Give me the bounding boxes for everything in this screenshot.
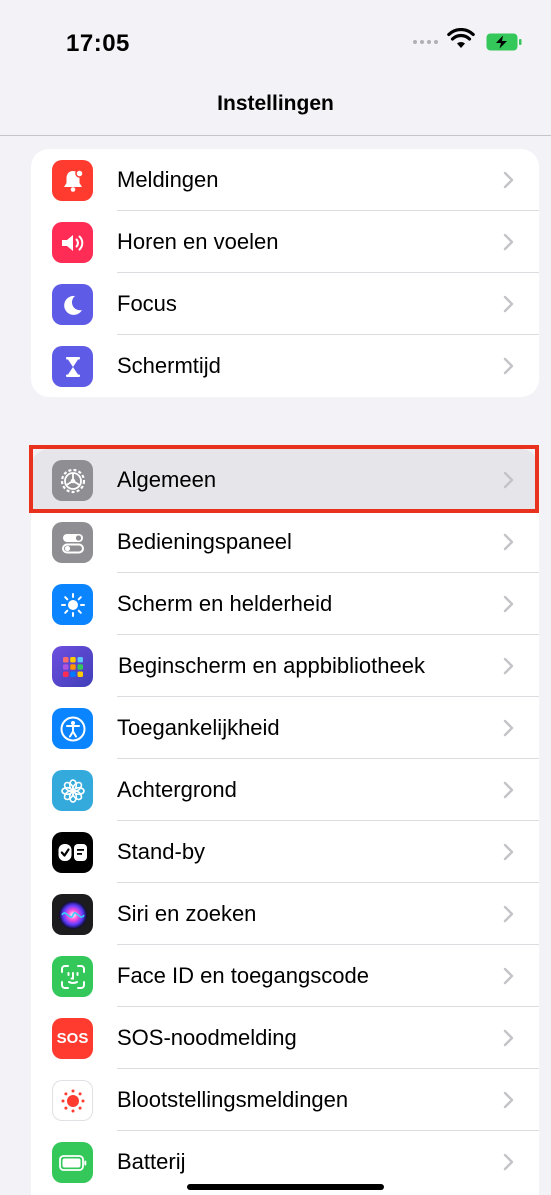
chevron-right-icon xyxy=(503,843,514,861)
chevron-right-icon xyxy=(503,295,514,313)
chevron-right-icon xyxy=(503,357,514,375)
settings-row-label: Blootstellingsmeldingen xyxy=(117,1087,349,1112)
settings-row-face-id[interactable]: Face ID en toegangscode xyxy=(31,945,539,1007)
settings-row-label: Stand-by xyxy=(117,839,206,864)
settings-row-stand-by[interactable]: Stand-by xyxy=(31,821,539,883)
settings-row-schermtijd[interactable]: Schermtijd xyxy=(31,335,539,397)
settings-row-toegankelijkheid[interactable]: Toegankelijkheid xyxy=(31,697,539,759)
settings-row-label: Beginscherm en appbibliotheek xyxy=(118,653,425,678)
chevron-right-icon xyxy=(503,1091,514,1109)
settings-row-bedieningspaneel[interactable]: Bedieningspaneel xyxy=(31,511,539,573)
settings-row-label: Bedieningspaneel xyxy=(117,529,292,554)
face-id-icon xyxy=(52,956,93,997)
status-time: 17:05 xyxy=(66,30,130,57)
exposure-icon xyxy=(52,1080,93,1121)
sun-icon xyxy=(52,584,93,625)
chevron-right-icon xyxy=(503,171,514,189)
chevron-right-icon xyxy=(503,1029,514,1047)
signal-dots-icon xyxy=(413,40,438,44)
moon-icon xyxy=(52,284,93,325)
hourglass-icon xyxy=(52,346,93,387)
settings-row-label: SOS-noodmelding xyxy=(117,1025,297,1050)
chevron-right-icon xyxy=(503,657,514,675)
settings-screen: 17:05 Instellingen Meldingen Horen en vo… xyxy=(0,0,551,1195)
bell-icon xyxy=(52,160,93,201)
settings-row-siri-en-zoeken[interactable]: Siri en zoeken xyxy=(31,883,539,945)
toggles-icon xyxy=(52,522,93,563)
settings-row-achtergrond[interactable]: Achtergrond xyxy=(31,759,539,821)
chevron-right-icon xyxy=(503,533,514,551)
highlight-annotation-box xyxy=(29,445,539,513)
settings-row-label: Toegankelijkheid xyxy=(117,715,280,740)
chevron-right-icon xyxy=(503,905,514,923)
home-indicator[interactable] xyxy=(187,1184,384,1190)
chevron-right-icon xyxy=(503,719,514,737)
settings-row-scherm-en-helderheid[interactable]: Scherm en helderheid xyxy=(31,573,539,635)
settings-row-label: Schermtijd xyxy=(117,353,221,378)
settings-row-label: Face ID en toegangscode xyxy=(117,963,369,988)
page-title: Instellingen xyxy=(217,92,334,115)
accessibility-icon xyxy=(52,708,93,749)
speaker-icon xyxy=(52,222,93,263)
chevron-right-icon xyxy=(503,967,514,985)
settings-group-general: Algemeen Bedieningspaneel Scherm en held… xyxy=(31,449,539,1195)
settings-row-label: Siri en zoeken xyxy=(117,901,257,926)
navigation-bar: Instellingen xyxy=(0,78,551,136)
flower-icon xyxy=(52,770,93,811)
standby-icon xyxy=(52,832,93,873)
chevron-right-icon xyxy=(503,595,514,613)
chevron-right-icon xyxy=(503,233,514,251)
settings-row-sos-noodmelding[interactable]: SOS SOS-noodmelding xyxy=(31,1007,539,1069)
settings-row-label: Horen en voelen xyxy=(117,229,279,254)
chevron-right-icon xyxy=(503,781,514,799)
app-grid-icon xyxy=(52,646,93,687)
settings-row-label: Batterij xyxy=(117,1149,186,1174)
status-bar: 17:05 xyxy=(0,0,551,78)
chevron-right-icon xyxy=(503,1153,514,1171)
settings-row-label: Focus xyxy=(117,291,177,316)
settings-row-beginscherm[interactable]: Beginscherm en appbibliotheek xyxy=(31,635,539,697)
wifi-icon xyxy=(447,28,475,48)
settings-row-horen-en-voelen[interactable]: Horen en voelen xyxy=(31,211,539,273)
settings-row-label: Scherm en helderheid xyxy=(117,591,333,616)
battery-charging-icon xyxy=(486,33,522,51)
sos-icon-text: SOS xyxy=(56,1030,89,1047)
siri-icon xyxy=(52,894,93,935)
settings-row-label: Meldingen xyxy=(117,167,219,192)
settings-row-meldingen[interactable]: Meldingen xyxy=(31,149,539,211)
settings-group-notifications: Meldingen Horen en voelen Focus Schermti… xyxy=(31,149,539,397)
battery-icon xyxy=(52,1142,93,1183)
settings-row-focus[interactable]: Focus xyxy=(31,273,539,335)
settings-row-label: Achtergrond xyxy=(117,777,237,802)
settings-row-blootstellingsmeldingen[interactable]: Blootstellingsmeldingen xyxy=(31,1069,539,1131)
sos-icon: SOS xyxy=(52,1018,93,1059)
